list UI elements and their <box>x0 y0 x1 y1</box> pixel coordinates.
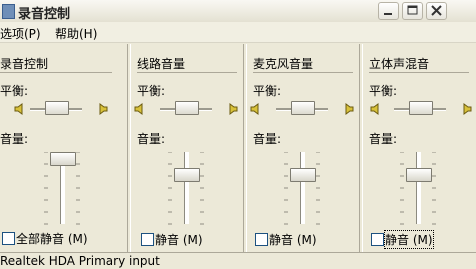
speaker-right-icon <box>342 102 354 116</box>
speaker-left-icon <box>370 102 382 116</box>
balance-slider[interactable] <box>45 101 69 115</box>
mute-label[interactable]: 静音 (M) <box>384 230 434 249</box>
panel-recording-control: 录音控制 平衡: 音量: 全部静音 (M) <box>0 44 128 252</box>
speaker-right-icon <box>460 102 472 116</box>
window-title: 录音控制 <box>18 7 71 22</box>
menu-bar: 选项(P) 帮助(H) <box>0 22 476 43</box>
mute-checkbox[interactable] <box>255 233 268 246</box>
title-divider <box>253 72 353 73</box>
speaker-right-icon <box>96 102 108 116</box>
panel-title: 线路音量 <box>137 57 186 71</box>
balance-label: 平衡: <box>0 84 29 98</box>
speaker-right-icon <box>226 102 238 116</box>
status-bar: Realtek HDA Primary input <box>0 252 476 269</box>
title-divider <box>0 72 112 73</box>
volume-slider[interactable] <box>290 168 316 182</box>
close-icon <box>431 5 442 16</box>
menu-options[interactable]: 选项(P) <box>0 25 41 42</box>
balance-label: 平衡: <box>369 84 398 98</box>
title-divider <box>369 72 469 73</box>
minimize-button[interactable] <box>378 2 399 20</box>
volume-track <box>300 152 305 224</box>
panel-line-volume: 线路音量 平衡: 音量: 静音 (M) <box>130 44 244 252</box>
mute-all-checkbox[interactable] <box>2 232 15 245</box>
speaker-left-icon <box>14 102 26 116</box>
balance-label: 平衡: <box>253 84 282 98</box>
mixer-icon <box>2 4 15 19</box>
balance-slider[interactable] <box>409 101 433 115</box>
mute-all-label[interactable]: 全部静音 (M) <box>16 230 88 247</box>
balance-slider[interactable] <box>291 101 315 115</box>
volume-label: 音量: <box>137 132 166 146</box>
volume-slider[interactable] <box>50 152 76 166</box>
mute-checkbox[interactable] <box>371 233 384 246</box>
close-button[interactable] <box>426 2 447 20</box>
menu-help[interactable]: 帮助(H) <box>55 25 97 42</box>
volume-slider[interactable] <box>406 168 432 182</box>
panel-microphone-volume: 麦克风音量 平衡: 音量: 静音 (M) <box>246 44 360 252</box>
volume-label: 音量: <box>253 132 282 146</box>
maximize-button[interactable] <box>402 2 423 20</box>
volume-label: 音量: <box>0 132 29 146</box>
balance-slider[interactable] <box>175 101 199 115</box>
volume-slider[interactable] <box>174 168 200 182</box>
title-divider <box>137 72 237 73</box>
title-bar[interactable]: 录音控制 <box>0 0 476 23</box>
volume-label: 音量: <box>369 132 398 146</box>
mute-checkbox[interactable] <box>141 233 154 246</box>
panel-title: 立体声混音 <box>369 57 430 71</box>
speaker-left-icon <box>250 102 262 116</box>
status-text: Realtek HDA Primary input <box>0 254 160 268</box>
panel-title: 麦克风音量 <box>253 57 314 71</box>
volume-track <box>184 152 189 224</box>
maximize-icon <box>407 5 418 15</box>
panel-stereo-mix: 立体声混音 平衡: 音量: 静音 (M) <box>362 44 476 252</box>
minimize-icon <box>384 13 392 15</box>
speaker-left-icon <box>134 102 146 116</box>
panel-title: 录音控制 <box>0 57 49 71</box>
mute-label[interactable]: 静音 (M) <box>269 231 317 248</box>
balance-label: 平衡: <box>137 84 166 98</box>
mute-label[interactable]: 静音 (M) <box>155 231 203 248</box>
volume-track <box>416 152 421 224</box>
